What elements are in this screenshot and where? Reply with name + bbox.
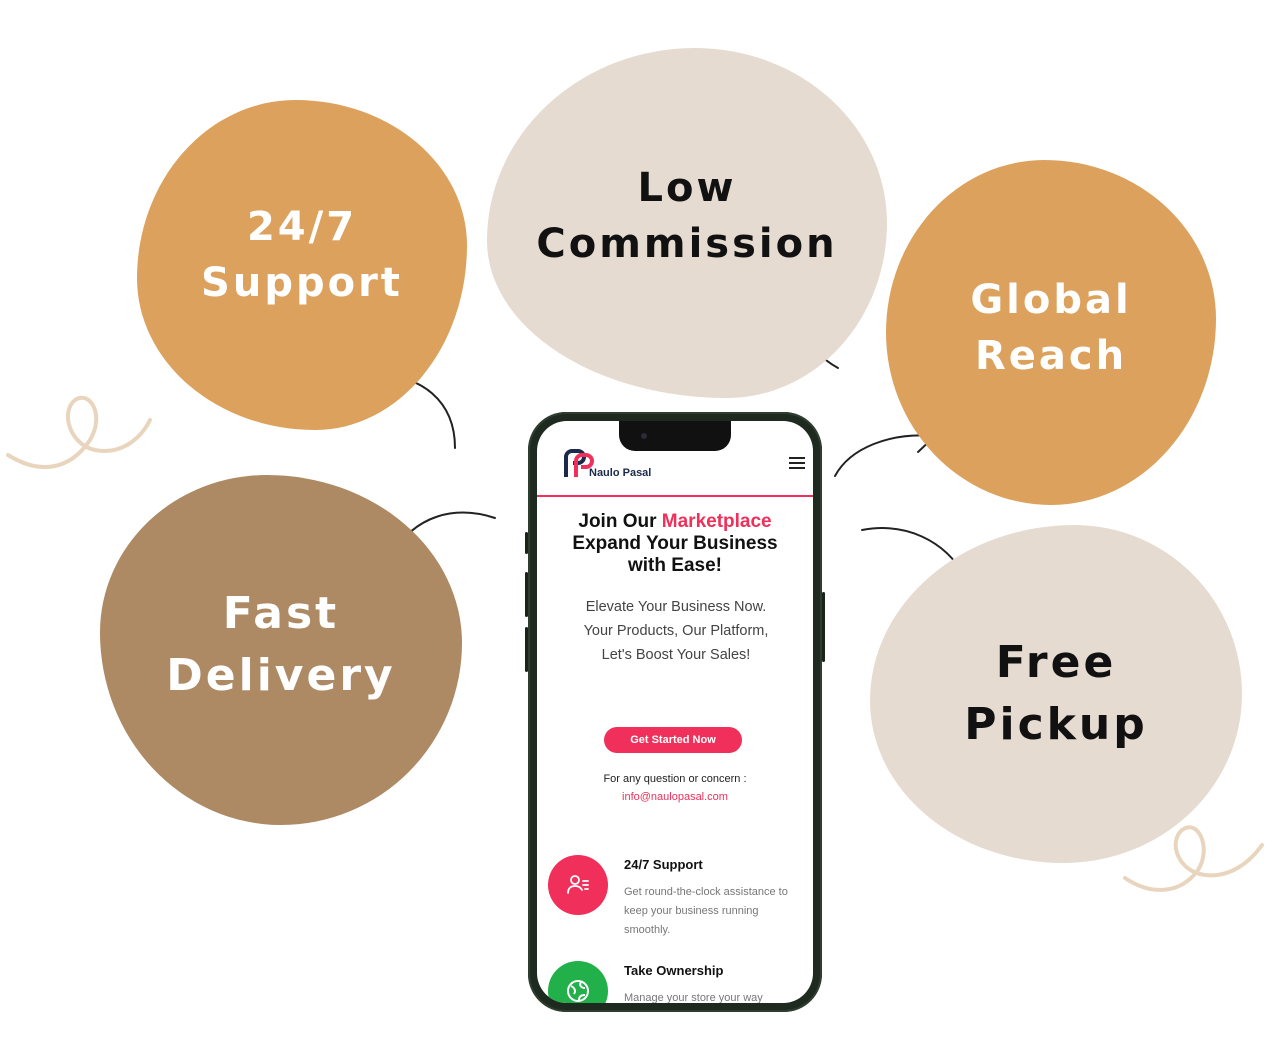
arrow-to-global bbox=[834, 434, 936, 477]
phone-side-button bbox=[525, 532, 528, 554]
commission-bubble-line2: Commission bbox=[536, 220, 838, 267]
support-bubble-text: 24/7 Support bbox=[201, 199, 403, 311]
commission-bubble-text: Low Commission bbox=[536, 160, 837, 272]
feature-title-ownership: Take Ownership bbox=[624, 963, 724, 978]
commission-bubble: Low Commission bbox=[487, 48, 887, 398]
free-pickup-bubble-text: Free Pickup bbox=[964, 632, 1148, 755]
global-reach-bubble-text: Global Reach bbox=[970, 272, 1131, 384]
free-pickup-bubble: Free Pickup bbox=[870, 525, 1242, 863]
fast-delivery-bubble-line2: Delivery bbox=[166, 650, 396, 701]
fast-delivery-bubble-line1: Fast bbox=[222, 588, 340, 640]
support-bubble-line1: 24/7 bbox=[246, 204, 358, 250]
phone-power-button bbox=[822, 592, 825, 662]
hero-description: Elevate Your Business Now. Your Products… bbox=[583, 599, 769, 663]
free-pickup-bubble-line2: Pickup bbox=[964, 699, 1148, 750]
get-started-button[interactable]: Get Started Now bbox=[604, 727, 742, 753]
support-bubble: 24/7 Support bbox=[137, 100, 467, 430]
phone-screen: Naulo Pasal Join Our Marketplace Expand … bbox=[537, 421, 813, 1003]
commission-bubble-line1: Low bbox=[637, 164, 737, 211]
hero-title-line3: with Ease! bbox=[628, 555, 722, 576]
free-pickup-bubble-line1: Free bbox=[995, 637, 1117, 689]
phone-volume-down bbox=[525, 627, 528, 672]
feature-description-support: Get round-the-clock assistance to keep y… bbox=[624, 886, 788, 936]
front-camera bbox=[641, 433, 647, 439]
hero-title: Join Our Marketplace Expand Your Busines… bbox=[537, 511, 813, 577]
global-reach-bubble-line2: Reach bbox=[974, 332, 1128, 379]
support-bubble-line2: Support bbox=[201, 260, 403, 306]
feature-description-ownership: Manage your store your way bbox=[624, 992, 763, 1003]
hero-title-line2: Expand Your Business bbox=[572, 533, 778, 554]
hero-title-accent: Marketplace bbox=[661, 511, 772, 532]
fast-delivery-bubble: Fast Delivery bbox=[100, 475, 462, 825]
support-agent-icon bbox=[548, 855, 608, 915]
contact-question: For any question or concern : bbox=[603, 773, 747, 785]
global-reach-bubble-line1: Global bbox=[970, 276, 1132, 323]
phone-volume-up bbox=[525, 572, 528, 617]
hero-title-prefix: Join Our bbox=[578, 511, 662, 532]
contact-email-link[interactable]: info@naulopasal.com bbox=[537, 791, 813, 803]
squiggle-doodle-left bbox=[6, 395, 152, 469]
globe-icon bbox=[548, 961, 608, 1003]
global-reach-bubble: Global Reach bbox=[886, 160, 1216, 505]
phone-notch bbox=[619, 421, 731, 451]
brand-name[interactable]: Naulo Pasal bbox=[589, 467, 651, 479]
hamburger-menu-icon[interactable] bbox=[789, 457, 807, 471]
feature-title-support: 24/7 Support bbox=[624, 857, 703, 872]
fast-delivery-bubble-text: Fast Delivery bbox=[166, 583, 395, 706]
phone-mockup: Naulo Pasal Join Our Marketplace Expand … bbox=[525, 412, 825, 1012]
